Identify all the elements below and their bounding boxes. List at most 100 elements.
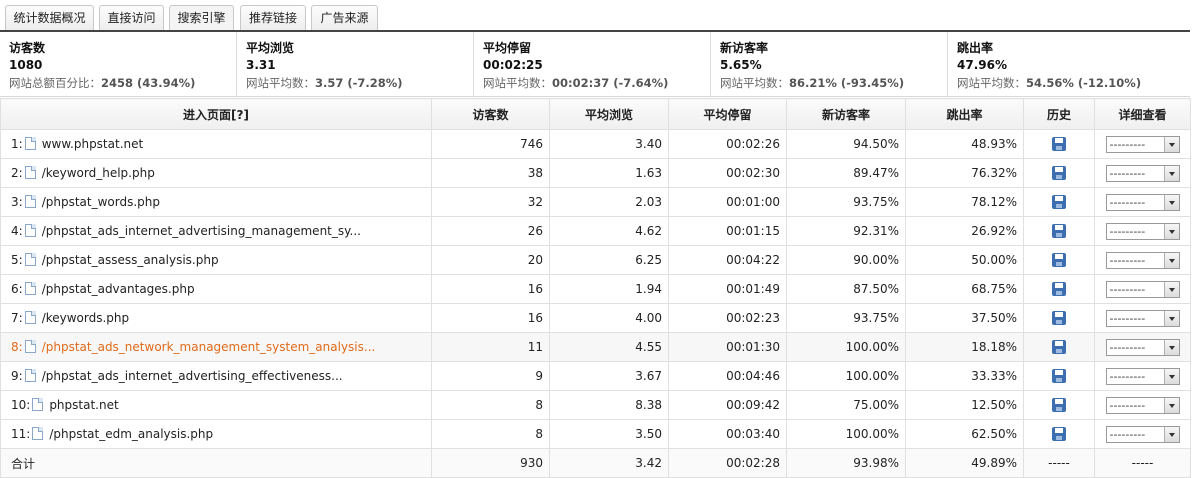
new-rate-cell: 93.75% <box>786 303 906 333</box>
dropdown-arrow-icon[interactable] <box>1163 339 1179 355</box>
dropdown-arrow-icon[interactable] <box>1163 368 1179 384</box>
summary-title: 新访客率 <box>720 41 769 55</box>
avg-views-cell: 4.55 <box>549 332 669 362</box>
avg-views-cell: 2.03 <box>549 187 669 217</box>
detail-cell: --------- <box>1094 303 1191 333</box>
dropdown-arrow-icon[interactable] <box>1163 223 1179 239</box>
tab-direct[interactable]: 直接访问 <box>99 5 164 31</box>
dropdown-arrow-icon[interactable] <box>1163 426 1179 442</box>
entry-page-link[interactable]: /keywords.php <box>42 311 129 325</box>
entry-page-link[interactable]: /phpstat_words.php <box>42 195 160 209</box>
tab-search-engine[interactable]: 搜索引擎 <box>169 5 234 31</box>
entry-page-link[interactable]: /phpstat_assess_analysis.php <box>42 253 219 267</box>
save-icon[interactable] <box>1052 398 1066 413</box>
detail-select[interactable]: --------- <box>1105 280 1180 298</box>
save-icon[interactable] <box>1052 340 1066 355</box>
avg-stay-cell: 00:03:40 <box>668 419 787 449</box>
visitors-cell: 16 <box>431 303 550 333</box>
dropdown-arrow-icon[interactable] <box>1163 310 1179 326</box>
entry-page-link[interactable]: /phpstat_ads_network_management_system_a… <box>42 340 376 354</box>
col-avg-stay: 平均停留 <box>668 98 787 130</box>
avg-views-cell: 6.25 <box>549 245 669 275</box>
table-row: 6: /phpstat_advantages.php 16 1.94 00:01:49 8… <box>0 274 1191 304</box>
save-icon[interactable] <box>1052 427 1066 442</box>
avg-stay-cell: 00:02:23 <box>668 303 787 333</box>
bounce-rate-cell: 33.33% <box>905 361 1024 391</box>
page-icon <box>32 427 44 440</box>
col-entry-page[interactable]: 进入页面[?] <box>0 98 432 130</box>
save-icon[interactable] <box>1052 166 1066 181</box>
visitors-cell: 38 <box>431 158 550 188</box>
dropdown-arrow-icon[interactable] <box>1163 397 1179 413</box>
detail-select-value: --------- <box>1109 253 1146 267</box>
entry-page-link[interactable]: phpstat.net <box>49 398 118 412</box>
detail-select[interactable]: --------- <box>1105 367 1180 385</box>
total-views: 3.42 <box>549 448 669 478</box>
detail-select-value: --------- <box>1109 137 1146 151</box>
visitors-cell: 746 <box>431 129 550 159</box>
summary-title: 访客数 <box>9 41 46 55</box>
save-icon[interactable] <box>1052 224 1066 239</box>
entry-page-cell: 11: /phpstat_edm_analysis.php <box>0 419 432 449</box>
row-index: 11: <box>11 427 31 441</box>
bounce-rate-cell: 68.75% <box>905 274 1024 304</box>
save-icon[interactable] <box>1052 282 1066 297</box>
detail-select[interactable]: --------- <box>1105 396 1180 414</box>
entry-page-link[interactable]: /phpstat_advantages.php <box>42 282 195 296</box>
tab-referral[interactable]: 推荐链接 <box>240 5 306 31</box>
entry-page-link[interactable]: /keyword_help.php <box>42 166 155 180</box>
entry-page-link[interactable]: www.phpstat.net <box>42 137 144 151</box>
dropdown-arrow-icon[interactable] <box>1163 165 1179 181</box>
save-icon[interactable] <box>1052 253 1066 268</box>
bounce-rate-cell: 18.18% <box>905 332 1024 362</box>
entry-page-cell: 5: /phpstat_assess_analysis.php <box>0 245 432 275</box>
detail-select[interactable]: --------- <box>1105 193 1180 211</box>
summary-title: 跳出率 <box>957 41 994 55</box>
row-index: 6: <box>11 282 23 296</box>
detail-select[interactable]: --------- <box>1105 222 1180 240</box>
visitors-cell: 16 <box>431 274 550 304</box>
detail-select[interactable]: --------- <box>1105 164 1180 182</box>
dropdown-arrow-icon[interactable] <box>1163 194 1179 210</box>
avg-stay-cell: 00:02:30 <box>668 158 787 188</box>
dropdown-arrow-icon[interactable] <box>1163 136 1179 152</box>
avg-views-cell: 4.00 <box>549 303 669 333</box>
summary-foot: 网站平均数：00:02:37 (-7.64%) <box>483 76 669 90</box>
entry-page-link[interactable]: /phpstat_ads_internet_advertising_effect… <box>42 369 343 383</box>
entry-page-cell: 3: /phpstat_words.php <box>0 187 432 217</box>
detail-select-value: --------- <box>1109 166 1146 180</box>
page-icon <box>24 195 36 208</box>
page-icon <box>24 369 36 382</box>
entry-page-cell: 8: /phpstat_ads_network_management_system… <box>0 332 432 362</box>
avg-stay-cell: 00:01:30 <box>668 332 787 362</box>
save-icon[interactable] <box>1052 311 1066 326</box>
bounce-rate-cell: 78.12% <box>905 187 1024 217</box>
detail-cell: --------- <box>1094 158 1191 188</box>
dropdown-arrow-icon[interactable] <box>1163 281 1179 297</box>
save-icon[interactable] <box>1052 137 1066 152</box>
table-header-row: 进入页面[?] 访客数 平均浏览 平均停留 新访客率 跳出率 历史 详细查看 <box>0 98 1191 130</box>
detail-cell: --------- <box>1094 361 1191 391</box>
entry-page-link[interactable]: /phpstat_edm_analysis.php <box>49 427 213 441</box>
entry-page-cell: 1: www.phpstat.net <box>0 129 432 159</box>
detail-select[interactable]: --------- <box>1105 309 1180 327</box>
save-icon[interactable] <box>1052 195 1066 210</box>
row-index: 8: <box>11 340 23 354</box>
detail-select[interactable]: --------- <box>1105 251 1180 269</box>
col-detail: 详细查看 <box>1094 98 1191 130</box>
detail-select[interactable]: --------- <box>1105 425 1180 443</box>
detail-select[interactable]: --------- <box>1105 135 1180 153</box>
visitors-cell: 8 <box>431 390 550 420</box>
tab-ads[interactable]: 广告来源 <box>311 5 378 31</box>
entry-page-link[interactable]: /phpstat_ads_internet_advertising_manage… <box>42 224 361 238</box>
bounce-rate-cell: 26.92% <box>905 216 1024 246</box>
detail-cell: --------- <box>1094 390 1191 420</box>
tab-overview[interactable]: 统计数据概况 <box>5 5 94 31</box>
detail-select[interactable]: --------- <box>1105 338 1180 356</box>
save-icon[interactable] <box>1052 369 1066 384</box>
row-index: 3: <box>11 195 23 209</box>
dropdown-arrow-icon[interactable] <box>1163 252 1179 268</box>
detail-select-value: --------- <box>1109 224 1146 238</box>
detail-select-value: --------- <box>1109 369 1146 383</box>
visitors-cell: 8 <box>431 419 550 449</box>
